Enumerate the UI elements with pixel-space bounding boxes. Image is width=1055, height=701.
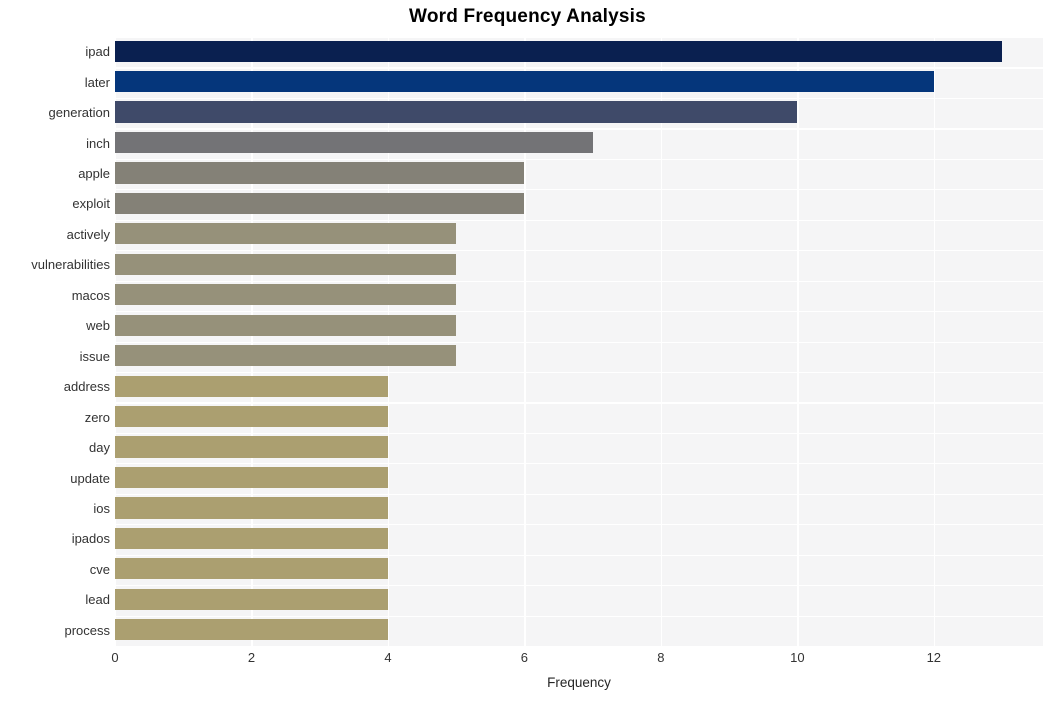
y-tick-label-macos: macos: [71, 287, 110, 303]
x-tick-label-6: 6: [520, 650, 529, 665]
gridline-horizontal: [115, 341, 1043, 343]
gridline-horizontal: [115, 371, 1043, 374]
gridline-horizontal: [115, 615, 1043, 617]
bar-actively[interactable]: [115, 223, 457, 245]
bar-vulnerabilities[interactable]: [115, 253, 457, 275]
gridline-horizontal: [115, 189, 1043, 191]
x-tick-label-10: 10: [790, 650, 805, 665]
y-tick-label-later: later: [84, 74, 110, 90]
gridline-horizontal: [115, 432, 1043, 435]
x-axis-title: Frequency: [547, 675, 611, 690]
bar-macos[interactable]: [115, 284, 457, 306]
gridline-horizontal: [115, 128, 1043, 130]
x-tick-label-0: 0: [111, 650, 119, 665]
y-tick-label-inch: inch: [86, 135, 110, 151]
bar-ipad[interactable]: [115, 40, 1003, 62]
y-tick-label-ios: ios: [93, 500, 110, 516]
y-tick-label-zero: zero: [84, 409, 110, 425]
y-tick-label-actively: actively: [66, 226, 110, 242]
gridline-horizontal: [115, 311, 1043, 313]
y-tick-label-update: update: [70, 470, 110, 486]
x-axis-tick-labels: 0 2 4 6 8 10 12: [0, 650, 1055, 674]
word-frequency-chart: Word Frequency Analysis ipad later generat…: [0, 0, 1055, 701]
y-tick-label-apple: apple: [78, 166, 110, 182]
x-tick-label-12: 12: [926, 650, 942, 665]
y-tick-label-process: process: [64, 622, 110, 638]
bar-update[interactable]: [115, 466, 388, 489]
gridline-horizontal: [115, 493, 1043, 495]
y-tick-label-generation: generation: [48, 105, 110, 121]
bar-apple[interactable]: [115, 162, 525, 184]
bar-exploit[interactable]: [115, 192, 525, 215]
gridline-horizontal: [115, 554, 1043, 556]
gridline-horizontal: [115, 524, 1043, 526]
plot-area: [115, 37, 1043, 646]
y-tick-label-address: address: [63, 379, 110, 395]
gridline-horizontal: [115, 585, 1043, 587]
gridline-horizontal: [115, 402, 1043, 404]
x-tick-label-4: 4: [384, 650, 392, 665]
gridline-horizontal: [115, 37, 1043, 39]
bar-web[interactable]: [115, 314, 457, 336]
y-tick-label-day: day: [89, 440, 110, 456]
y-tick-label-exploit: exploit: [72, 196, 110, 212]
y-tick-label-vulnerabilities: vulnerabilities: [31, 257, 110, 273]
gridline-horizontal: [115, 250, 1043, 252]
chart-title: Word Frequency Analysis: [409, 6, 646, 27]
bar-day[interactable]: [115, 436, 388, 458]
bar-process[interactable]: [115, 619, 388, 641]
bar-inch[interactable]: [115, 131, 593, 154]
gridline-horizontal: [115, 280, 1043, 282]
x-tick-label-2: 2: [247, 650, 256, 665]
gridline-horizontal: [115, 97, 1043, 100]
gridline-horizontal: [115, 67, 1043, 69]
y-tick-label-ipad: ipad: [85, 44, 110, 60]
bar-ios[interactable]: [115, 497, 388, 519]
gridline-horizontal: [115, 463, 1043, 465]
bar-generation[interactable]: [115, 101, 798, 123]
bar-cve[interactable]: [115, 558, 388, 580]
bar-ipados[interactable]: [115, 527, 388, 549]
y-tick-label-issue: issue: [79, 348, 110, 364]
bar-lead[interactable]: [115, 588, 388, 610]
y-tick-label-ipados: ipados: [71, 531, 110, 547]
gridline-horizontal: [115, 158, 1043, 160]
x-tick-label-8: 8: [657, 650, 665, 665]
y-tick-label-cve: cve: [89, 561, 110, 577]
bar-later[interactable]: [115, 71, 934, 93]
bar-issue[interactable]: [115, 345, 457, 367]
gridline-horizontal: [115, 219, 1043, 221]
y-tick-label-lead: lead: [85, 592, 110, 608]
y-tick-label-web: web: [86, 318, 110, 334]
bar-address[interactable]: [115, 375, 388, 397]
y-axis-tick-labels: ipad later generation inch apple exploit activ…: [0, 37, 110, 646]
bar-zero[interactable]: [115, 405, 388, 428]
